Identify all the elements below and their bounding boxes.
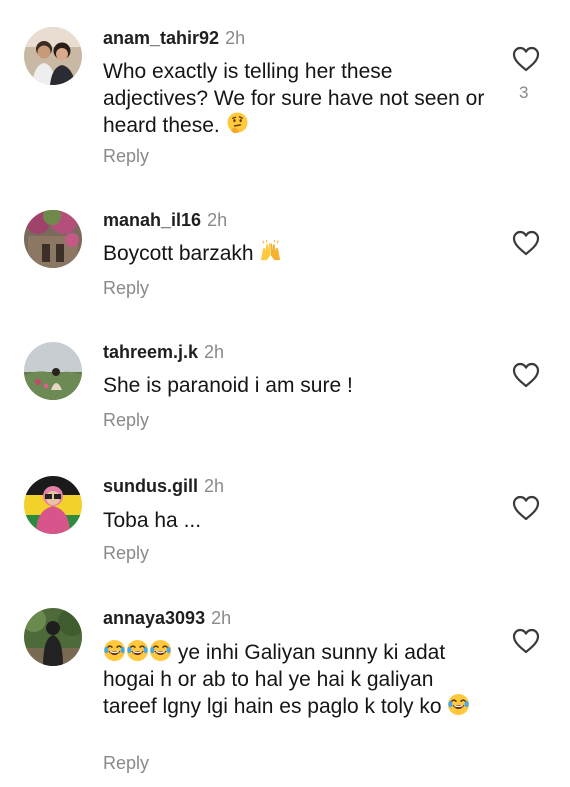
comment-username[interactable]: annaya3093 2h bbox=[103, 608, 231, 629]
heart-outline-icon[interactable] bbox=[512, 46, 540, 72]
comment-timestamp: 2h bbox=[204, 342, 225, 362]
heart-outline-icon[interactable] bbox=[512, 495, 540, 521]
avatar[interactable] bbox=[24, 27, 82, 85]
comment-timestamp: 2h bbox=[207, 210, 228, 230]
comment-text: Boycott barzakh bbox=[103, 240, 488, 267]
comment-item: annaya3093 2h ye inhi Galiyan sunny ki ad… bbox=[0, 590, 570, 787]
avatar[interactable] bbox=[24, 210, 82, 268]
reply-button[interactable]: Reply bbox=[103, 410, 149, 431]
comment-username[interactable]: tahreem.j.k 2h bbox=[103, 342, 224, 363]
like-count[interactable]: 3 bbox=[519, 83, 528, 103]
avatar[interactable] bbox=[24, 342, 82, 400]
avatar[interactable] bbox=[24, 608, 82, 666]
face-with-tears-of-joy-icon bbox=[447, 693, 470, 716]
avatar[interactable] bbox=[24, 476, 82, 534]
comment-username[interactable]: sundus.gill 2h bbox=[103, 476, 224, 497]
comment-timestamp: 2h bbox=[204, 476, 225, 496]
reply-button[interactable]: Reply bbox=[103, 146, 149, 167]
thinking-face-icon bbox=[226, 112, 249, 135]
reply-button[interactable]: Reply bbox=[103, 278, 149, 299]
comment-username[interactable]: anam_tahir92 2h bbox=[103, 28, 245, 49]
face-with-tears-of-joy-icon bbox=[126, 639, 149, 662]
face-with-tears-of-joy-icon bbox=[103, 639, 126, 662]
heart-outline-icon[interactable] bbox=[512, 628, 540, 654]
raising-hands-icon bbox=[259, 240, 282, 263]
comment-timestamp: 2h bbox=[225, 28, 246, 48]
reply-button[interactable]: Reply bbox=[103, 753, 149, 774]
comment-text: Who exactly is telling her these adjecti… bbox=[103, 60, 485, 137]
comment-username[interactable]: manah_il16 2h bbox=[103, 210, 227, 231]
heart-outline-icon[interactable] bbox=[512, 362, 540, 388]
comment-item: sundus.gill 2h Toba ha ... Reply bbox=[0, 455, 570, 590]
heart-outline-icon[interactable] bbox=[512, 230, 540, 256]
comment-text: ye inhi Galiyan sunny ki adat hogai h or… bbox=[103, 639, 483, 720]
face-with-tears-of-joy-icon bbox=[149, 639, 172, 662]
reply-button[interactable]: Reply bbox=[103, 543, 149, 564]
comment-text: Toba ha ... bbox=[103, 509, 202, 532]
comment-item: tahreem.j.k 2h She is paranoid i am sure … bbox=[0, 320, 570, 455]
comment-item: manah_il16 2h Boycott barzakh Reply bbox=[0, 190, 570, 320]
comment-timestamp: 2h bbox=[211, 608, 232, 628]
comment-item: anam_tahir92 2h Who exactly is telling he… bbox=[0, 0, 570, 190]
comment-text: She is paranoid i am sure ! bbox=[103, 374, 353, 397]
